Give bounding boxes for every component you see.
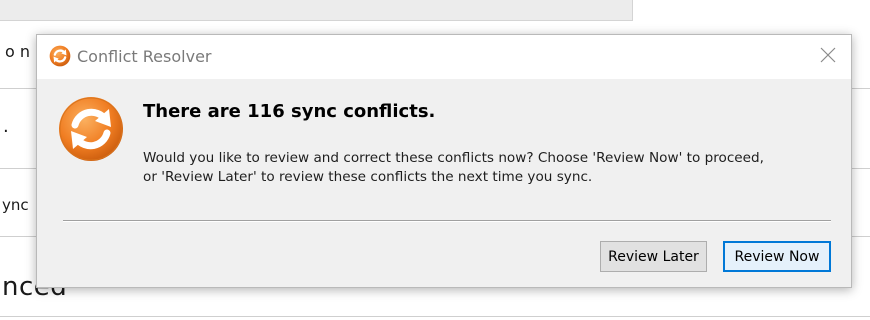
dialog-heading: There are 116 sync conflicts. (143, 101, 436, 122)
close-button[interactable] (805, 35, 851, 79)
message-line: or 'Review Later' to review these confli… (143, 169, 593, 185)
review-now-button[interactable]: Review Now (723, 241, 831, 272)
background-text: ync (2, 196, 29, 214)
dialog-titlebar[interactable]: Conflict Resolver (37, 35, 851, 79)
sync-icon (57, 95, 125, 163)
background-text: o n (5, 42, 31, 61)
background-text: . (3, 116, 9, 137)
message-line: Would you like to review and correct the… (143, 150, 764, 166)
dialog-divider (63, 220, 831, 222)
review-later-button[interactable]: Review Later (600, 241, 707, 272)
close-icon (820, 47, 836, 67)
conflict-resolver-dialog: Conflict Resolver There are 116 sync con… (36, 34, 852, 288)
dialog-message: Would you like to review and correct the… (143, 149, 833, 187)
background-toolbar (0, 0, 633, 21)
dialog-title: Conflict Resolver (77, 47, 212, 66)
sync-icon (49, 45, 71, 67)
background-divider (0, 316, 870, 317)
